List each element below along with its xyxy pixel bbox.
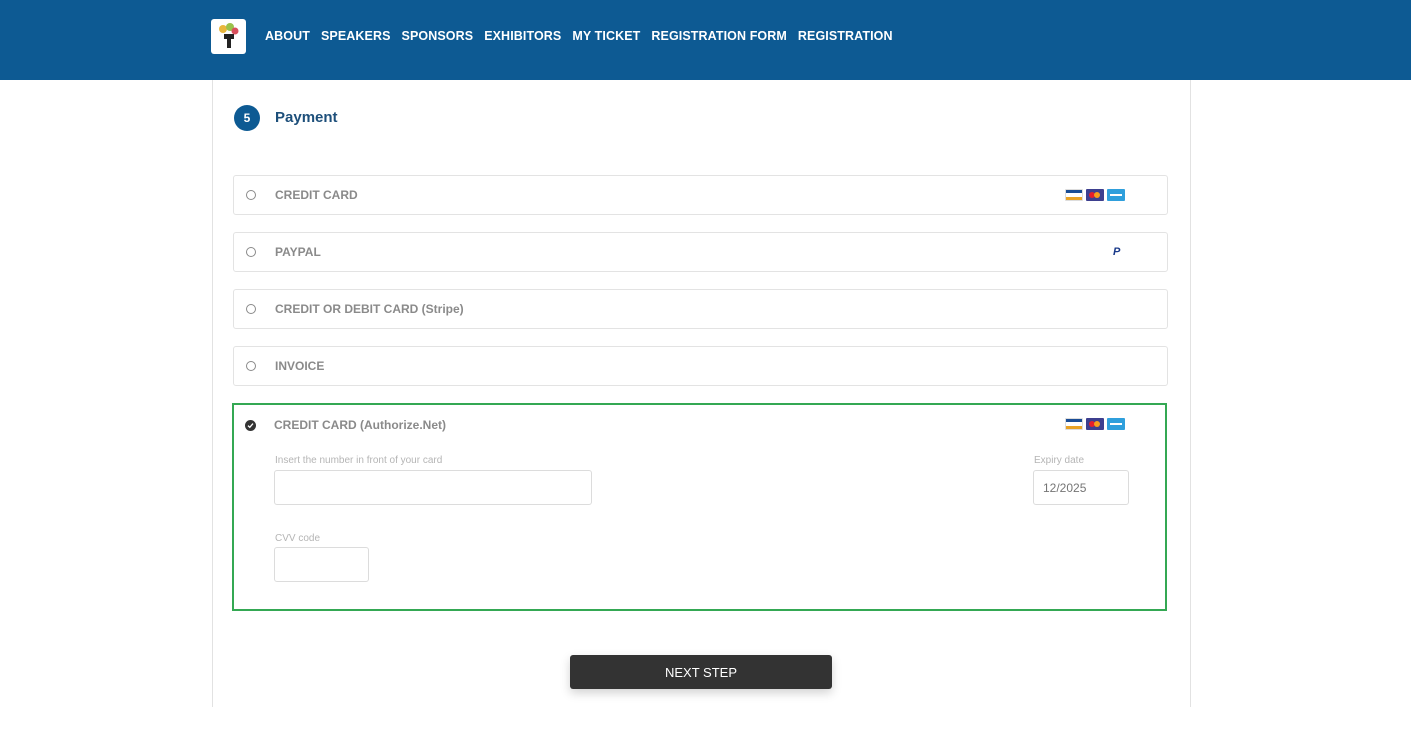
mastercard-icon — [1086, 189, 1104, 201]
nav-registration[interactable]: REGISTRATION — [798, 29, 893, 43]
paypal-icon: P — [1113, 246, 1121, 258]
radio-button[interactable] — [246, 304, 256, 314]
radio-button[interactable] — [246, 361, 256, 371]
step-number-badge: 5 — [234, 105, 260, 131]
nav-exhibitors[interactable]: EXHIBITORS — [484, 29, 561, 43]
payment-option-stripe[interactable]: CREDIT OR DEBIT CARD (Stripe) — [233, 289, 1168, 329]
site-logo[interactable] — [211, 19, 246, 54]
top-navbar: ABOUT SPEAKERS SPONSORS EXHIBITORS MY TI… — [0, 0, 1411, 80]
payment-option-authorize-net[interactable]: CREDIT CARD (Authorize.Net) Insert the n… — [232, 403, 1167, 611]
next-step-button[interactable]: NEXT STEP — [570, 655, 832, 689]
nav-sponsors[interactable]: SPONSORS — [402, 29, 474, 43]
cvv-input[interactable] — [274, 547, 369, 582]
nav-my-ticket[interactable]: MY TICKET — [572, 29, 640, 43]
mastercard-icon — [1086, 418, 1104, 430]
visa-icon — [1065, 189, 1083, 201]
radio-button[interactable] — [246, 247, 256, 257]
card-number-label: Insert the number in front of your card — [275, 455, 443, 466]
nav-speakers[interactable]: SPEAKERS — [321, 29, 391, 43]
card-logos — [1065, 189, 1125, 201]
payment-option-credit-card[interactable]: CREDIT CARD — [233, 175, 1168, 215]
payment-option-label: CREDIT CARD (Authorize.Net) — [274, 418, 446, 432]
radio-button[interactable] — [246, 190, 256, 200]
logo-icon — [219, 23, 239, 48]
cvv-label: CVV code — [275, 533, 321, 544]
check-icon[interactable] — [245, 420, 256, 431]
amex-icon — [1107, 418, 1125, 430]
main-nav: ABOUT SPEAKERS SPONSORS EXHIBITORS MY TI… — [265, 29, 893, 43]
visa-icon — [1065, 418, 1083, 430]
payment-option-label: CREDIT OR DEBIT CARD (Stripe) — [275, 302, 464, 316]
payment-option-label: INVOICE — [275, 359, 325, 373]
step-title: Payment — [275, 109, 338, 126]
nav-about[interactable]: ABOUT — [265, 29, 310, 43]
payment-option-invoice[interactable]: INVOICE — [233, 346, 1168, 386]
card-number-input[interactable] — [274, 470, 592, 505]
payment-option-paypal[interactable]: PAYPAL P — [233, 232, 1168, 272]
expiry-date-input[interactable] — [1033, 470, 1129, 505]
amex-icon — [1107, 189, 1125, 201]
nav-registration-form[interactable]: REGISTRATION FORM — [651, 29, 787, 43]
expiry-date-label: Expiry date — [1034, 455, 1085, 466]
payment-option-label: PAYPAL — [275, 245, 321, 259]
payment-option-label: CREDIT CARD — [275, 188, 358, 202]
card-logos — [1065, 418, 1125, 430]
